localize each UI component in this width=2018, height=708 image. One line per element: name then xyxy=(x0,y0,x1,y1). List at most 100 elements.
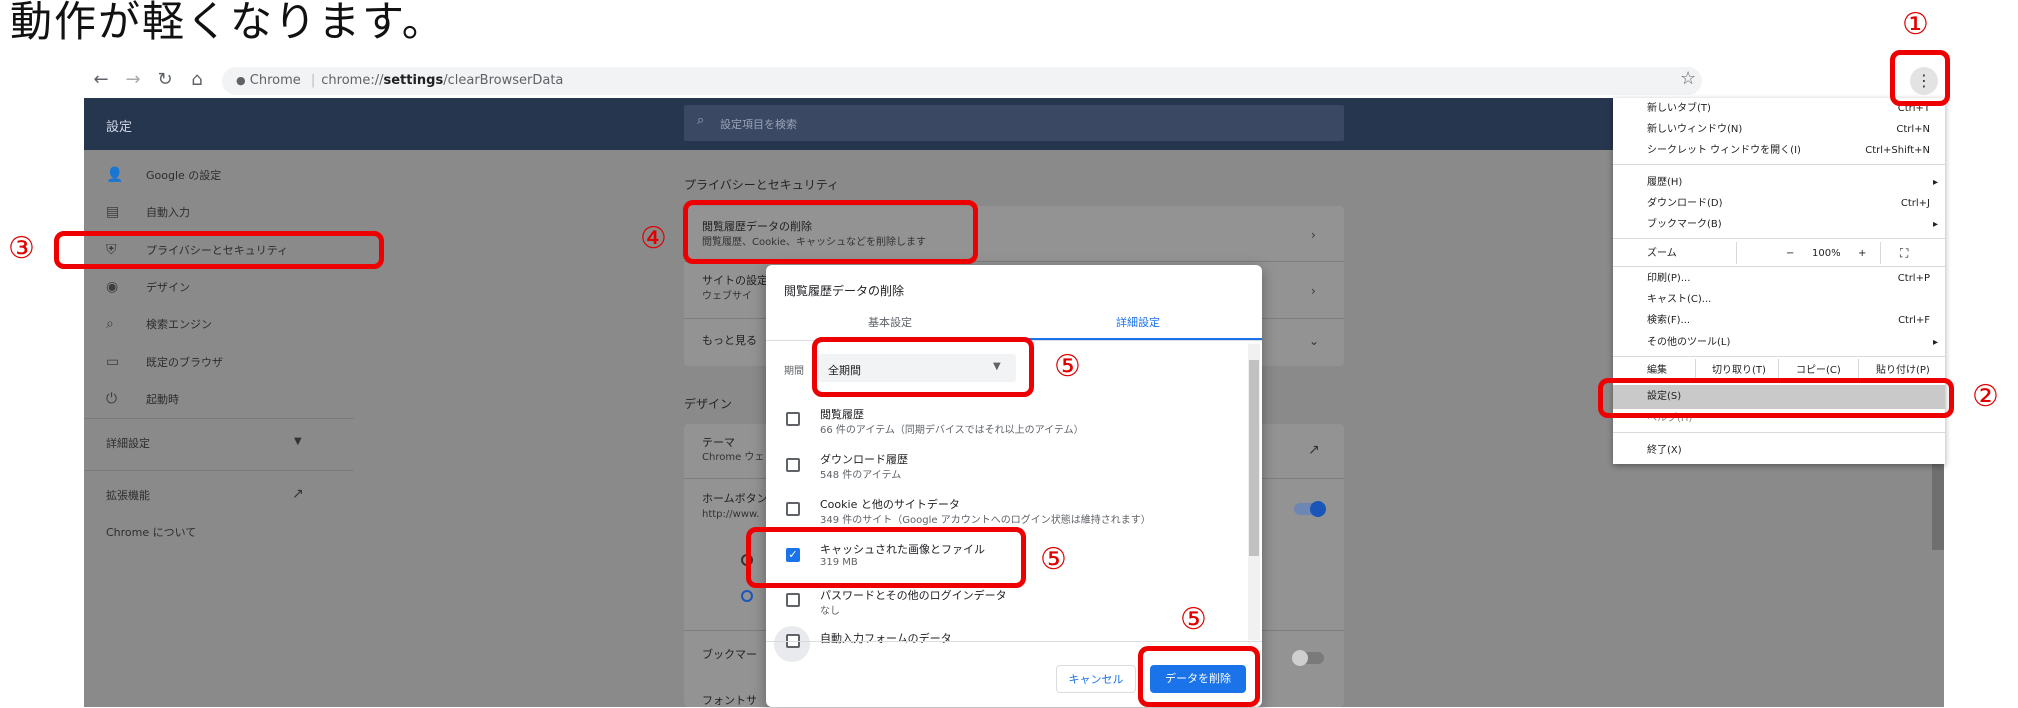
menu-item-new-tab[interactable]: 新しいタブ(T) xyxy=(1647,102,1711,116)
menu-shortcut: Ctrl+F xyxy=(1898,315,1930,326)
clipboard-icon: ▤ xyxy=(106,204,120,220)
checkbox-downloads[interactable] xyxy=(786,458,800,472)
palette-icon: ◉ xyxy=(106,279,119,295)
sidebar-about[interactable]: Chrome について xyxy=(106,523,196,543)
zoom-value: 100% xyxy=(1812,248,1841,259)
menu-shortcut: Ctrl+Shift+N xyxy=(1865,145,1930,156)
menu-item-new-window[interactable]: 新しいウィンドウ(N) xyxy=(1647,123,1742,137)
menu-separator xyxy=(1613,164,1945,165)
address-text: ● Chrome | chrome://settings/clearBrowser… xyxy=(236,73,564,88)
sidebar-label: デザイン xyxy=(146,281,190,294)
item-sub: 66 件のアイテム（同期デバイスではそれ以上のアイテム） xyxy=(820,425,1084,436)
highlight-box-delete xyxy=(1138,646,1260,707)
settings-title: 設定 xyxy=(106,120,133,135)
external-link-icon[interactable]: ↗ xyxy=(1308,442,1320,458)
item-sub: 349 件のサイト（Google アカウントへのログイン状態は維持されます） xyxy=(820,515,1151,526)
chevron-right-icon[interactable]: › xyxy=(1311,284,1316,298)
sidebar-label: Google の設定 xyxy=(146,169,222,182)
cut-button[interactable]: 切り取り(T) xyxy=(1712,364,1766,378)
privacy-section-title: プライバシーとセキュリティ xyxy=(684,178,840,192)
menu-item-exit[interactable]: 終了(X) xyxy=(1647,444,1682,458)
site-info-icon[interactable]: ● xyxy=(236,74,246,87)
sidebar-label: 起動時 xyxy=(146,393,179,406)
sidebar-item-autofill[interactable]: ▤ 自動入力 xyxy=(106,202,190,222)
tab-basic[interactable]: 基本設定 xyxy=(766,315,1014,331)
highlight-box-cache xyxy=(746,527,1026,588)
item-title: パスワードとその他のログインデータ xyxy=(820,589,1007,602)
sidebar-item-google[interactable]: 👤 Google の設定 xyxy=(106,165,221,185)
chevron-right-icon[interactable]: › xyxy=(1311,228,1316,242)
site-settings-sub: ウェブサイ xyxy=(702,291,752,302)
sidebar-item-design[interactable]: ◉ デザイン xyxy=(106,277,190,297)
design-section-title: デザイン xyxy=(684,397,733,411)
zoom-out-button[interactable]: − xyxy=(1786,247,1794,261)
item-sub: なし xyxy=(820,606,840,617)
sidebar-label: 既定のブラウザ xyxy=(146,356,223,369)
radio-button-selected[interactable] xyxy=(741,590,753,602)
menu-shortcut: Ctrl+N xyxy=(1896,124,1930,135)
theme-sub: Chrome ウェ xyxy=(702,452,765,463)
highlight-box-period xyxy=(812,337,1034,397)
menu-item-more-tools[interactable]: その他のツール(L) xyxy=(1647,336,1730,350)
reload-icon[interactable]: ↻ xyxy=(154,69,176,91)
back-icon[interactable]: ← xyxy=(90,69,112,91)
menu-item-incognito[interactable]: シークレット ウィンドウを開く(I) xyxy=(1647,144,1801,158)
sidebar-extensions[interactable]: 拡張機能 xyxy=(106,486,150,506)
dialog-title: 閲覧履歴データの削除 xyxy=(784,284,905,298)
checkbox-history[interactable] xyxy=(786,412,800,426)
forward-icon[interactable]: → xyxy=(122,69,144,91)
menu-zoom-label: ズーム xyxy=(1647,248,1677,259)
toggle-knob xyxy=(1292,650,1308,666)
menu-submenu-arrow: ▸ xyxy=(1932,337,1938,348)
chevron-down-icon[interactable]: ⌄ xyxy=(1309,334,1319,348)
menu-shortcut: Ctrl+P xyxy=(1897,273,1930,284)
home-icon[interactable]: ⌂ xyxy=(186,69,208,91)
checkbox-cookies[interactable] xyxy=(786,502,800,516)
menu-separator xyxy=(1613,432,1945,433)
menu-item-cast[interactable]: キャスト(C)... xyxy=(1647,293,1711,307)
sidebar-label: 自動入力 xyxy=(146,206,190,219)
external-link-icon: ↗ xyxy=(292,486,304,502)
period-label: 期間 xyxy=(784,366,804,377)
menu-edit-label: 編集 xyxy=(1647,365,1667,376)
menu-item-bookmarks[interactable]: ブックマーク(B) xyxy=(1647,218,1722,232)
power-icon: ⏻ xyxy=(106,391,118,407)
zoom-in-button[interactable]: + xyxy=(1858,247,1866,261)
dialog-scrollbar-thumb[interactable] xyxy=(1249,360,1259,556)
menu-separator xyxy=(1613,266,1945,267)
fullscreen-icon[interactable]: ⛶ xyxy=(1900,246,1908,260)
url-bold: settings xyxy=(383,73,444,88)
menu-submenu-arrow: ▸ xyxy=(1932,177,1938,188)
highlight-box-settings xyxy=(1598,378,1954,418)
site-settings-title[interactable]: サイトの設定 xyxy=(702,274,768,288)
step-number-5-cache: ⑤ xyxy=(1040,542,1067,577)
item-sub: 548 件のアイテム xyxy=(820,470,902,481)
paste-button[interactable]: 貼り付け(P) xyxy=(1876,364,1930,378)
checkbox-passwords[interactable] xyxy=(786,593,800,607)
person-icon: 👤 xyxy=(106,167,124,183)
bookmark-star-icon[interactable]: ☆ xyxy=(1680,68,1696,89)
step-number-1: ① xyxy=(1902,7,1929,42)
sidebar-item-search-engine[interactable]: ⌕ 検索エンジン xyxy=(106,314,212,334)
menu-separator xyxy=(1613,238,1945,239)
menu-item-history[interactable]: 履歴(H) xyxy=(1647,176,1682,190)
search-placeholder: 設定項目を検索 xyxy=(720,118,797,131)
headline-text: 動作が軽くなります。 xyxy=(10,0,446,46)
more-link[interactable]: もっと見る xyxy=(702,334,757,348)
menu-item-find[interactable]: 検索(F)... xyxy=(1647,314,1690,328)
menu-item-print[interactable]: 印刷(P)... xyxy=(1647,272,1690,286)
sidebar-label: 検索エンジン xyxy=(146,318,212,331)
tab-advanced[interactable]: 詳細設定 xyxy=(1014,315,1262,331)
sidebar-divider xyxy=(84,470,354,471)
home-button-sub: http://www. xyxy=(702,509,760,520)
sidebar-item-startup[interactable]: ⏻ 起動時 xyxy=(106,389,179,409)
menu-item-downloads[interactable]: ダウンロード(D) xyxy=(1647,197,1723,211)
menu-shortcut: Ctrl+J xyxy=(1900,198,1930,209)
sidebar-item-default-browser[interactable]: ▭ 既定のブラウザ xyxy=(106,352,223,372)
copy-button[interactable]: コピー(C) xyxy=(1796,364,1841,378)
highlight-box-menu xyxy=(1890,50,1950,106)
cancel-button[interactable]: キャンセル xyxy=(1056,665,1136,693)
zoom-divider xyxy=(1736,242,1737,264)
sidebar-advanced[interactable]: 詳細設定 xyxy=(106,434,150,454)
home-button-title: ホームボタン xyxy=(702,492,768,505)
